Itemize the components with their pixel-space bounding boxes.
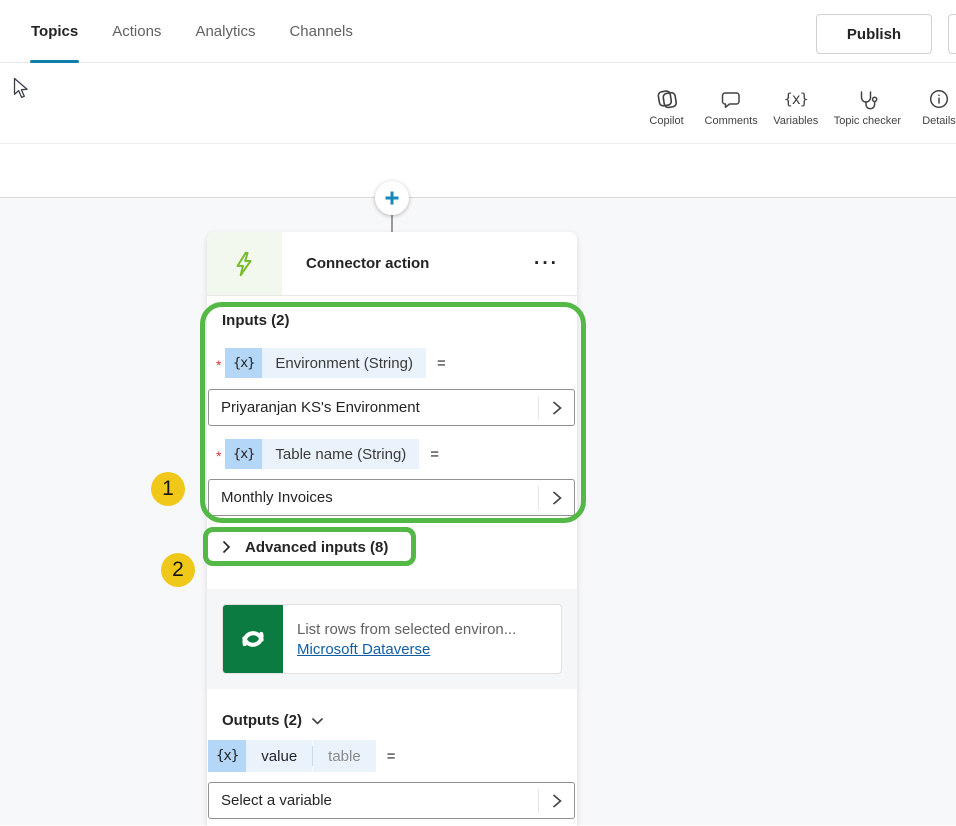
equals-sign: = bbox=[437, 355, 446, 372]
comment-bubble-icon bbox=[720, 87, 742, 111]
node-icon-box bbox=[207, 232, 282, 295]
chevron-right-icon[interactable] bbox=[539, 793, 574, 809]
microsoft-dataverse-link[interactable]: Microsoft Dataverse bbox=[297, 641, 516, 658]
annotation-badge-2: 2 bbox=[161, 553, 195, 587]
main-tabs: Topics Actions Analytics Channels bbox=[30, 0, 354, 63]
tab-topics[interactable]: Topics bbox=[30, 0, 79, 63]
tab-channels[interactable]: Channels bbox=[288, 0, 353, 63]
partial-edge-button[interactable] bbox=[948, 14, 956, 54]
toolbar-items: Copilot Comments {x} Variables Topic c bbox=[642, 87, 956, 127]
required-marker: * bbox=[216, 448, 225, 464]
canvas-toolbar: Copilot Comments {x} Variables Topic c bbox=[0, 63, 956, 144]
stethoscope-icon bbox=[856, 87, 879, 111]
lightning-bolt-icon bbox=[231, 250, 259, 278]
environment-value: Priyaranjan KS's Environment bbox=[209, 399, 538, 416]
tab-topics-label: Topics bbox=[31, 23, 78, 40]
topic-checker-button[interactable]: Topic checker bbox=[834, 87, 901, 127]
info-icon bbox=[928, 87, 950, 111]
outputs-variable-chip[interactable]: {x} value table bbox=[208, 740, 376, 772]
copilot-label: Copilot bbox=[649, 115, 683, 127]
table-name-chip-label: Table name (String) bbox=[262, 439, 419, 469]
connector-action-title: List rows from selected environ... bbox=[297, 621, 516, 638]
copilot-icon bbox=[655, 87, 679, 111]
chevron-right-icon[interactable] bbox=[539, 490, 574, 506]
more-options-button[interactable]: ··· bbox=[534, 259, 559, 269]
environment-value-input[interactable]: Priyaranjan KS's Environment bbox=[208, 389, 575, 426]
variables-button[interactable]: {x} Variables bbox=[771, 87, 821, 127]
details-button[interactable]: Details bbox=[914, 87, 956, 127]
connector-info-strip: List rows from selected environ... Micro… bbox=[207, 589, 577, 689]
variables-icon: {x} bbox=[784, 87, 808, 111]
input-field-row-table-name: * {x} Table name (String) = bbox=[216, 439, 577, 469]
select-variable-placeholder: Select a variable bbox=[209, 792, 538, 809]
connector-card-text: List rows from selected environ... Micro… bbox=[283, 605, 516, 673]
topic-checker-label: Topic checker bbox=[834, 115, 901, 127]
tab-analytics-label: Analytics bbox=[195, 23, 255, 40]
node-title: Connector action bbox=[306, 255, 534, 272]
mouse-cursor bbox=[13, 77, 31, 105]
outputs-section-header[interactable]: Outputs (2) bbox=[222, 712, 577, 729]
tab-analytics[interactable]: Analytics bbox=[194, 0, 256, 63]
variable-icon: {x} bbox=[225, 439, 262, 469]
node-connector-line bbox=[391, 214, 393, 233]
details-label: Details bbox=[922, 115, 956, 127]
chevron-down-icon bbox=[311, 717, 324, 725]
variable-icon: {x} bbox=[208, 740, 246, 772]
variables-label: Variables bbox=[773, 115, 818, 127]
annotation-badge-1: 1 bbox=[151, 472, 185, 506]
connector-action-node[interactable]: Connector action ··· Inputs (2) * {x} En… bbox=[207, 232, 577, 826]
environment-variable-chip[interactable]: {x} Environment (String) bbox=[225, 348, 426, 378]
table-name-value: Monthly Invoices bbox=[209, 489, 538, 506]
tab-actions[interactable]: Actions bbox=[111, 0, 162, 63]
output-value-name[interactable]: value bbox=[246, 740, 312, 772]
outputs-variable-row: {x} value table = bbox=[208, 740, 577, 772]
advanced-inputs-label: Advanced inputs (8) bbox=[245, 539, 388, 556]
input-field-row-environment: * {x} Environment (String) = bbox=[216, 348, 577, 378]
variable-icon: {x} bbox=[225, 348, 262, 378]
dataverse-logo-icon bbox=[223, 605, 283, 673]
advanced-inputs-toggle[interactable]: Advanced inputs (8) bbox=[222, 534, 577, 560]
plus-icon bbox=[384, 190, 400, 206]
outputs-header-label: Outputs (2) bbox=[222, 712, 302, 729]
connector-card: List rows from selected environ... Micro… bbox=[222, 604, 562, 674]
copilot-button[interactable]: Copilot bbox=[642, 87, 692, 127]
comments-button[interactable]: Comments bbox=[705, 87, 758, 127]
publish-button[interactable]: Publish bbox=[816, 14, 932, 54]
tab-actions-label: Actions bbox=[112, 23, 161, 40]
canvas-header-strip bbox=[0, 144, 956, 197]
environment-chip-label: Environment (String) bbox=[262, 348, 426, 378]
required-marker: * bbox=[216, 357, 225, 373]
select-variable-input[interactable]: Select a variable bbox=[208, 782, 575, 819]
chevron-right-icon bbox=[222, 540, 231, 554]
comments-label: Comments bbox=[705, 115, 758, 127]
add-node-button[interactable] bbox=[375, 181, 409, 215]
table-name-value-input[interactable]: Monthly Invoices bbox=[208, 479, 575, 516]
equals-sign: = bbox=[430, 446, 439, 463]
selected-tab-underline bbox=[30, 60, 79, 63]
inputs-section-header: Inputs (2) bbox=[222, 312, 577, 329]
tab-channels-label: Channels bbox=[289, 23, 352, 40]
chevron-right-icon[interactable] bbox=[539, 400, 574, 416]
output-table-name[interactable]: table bbox=[313, 740, 376, 772]
table-name-variable-chip[interactable]: {x} Table name (String) bbox=[225, 439, 419, 469]
equals-sign: = bbox=[387, 748, 396, 765]
node-header: Connector action ··· bbox=[207, 232, 577, 296]
top-navigation-bar: Topics Actions Analytics Channels Publis… bbox=[0, 0, 956, 63]
